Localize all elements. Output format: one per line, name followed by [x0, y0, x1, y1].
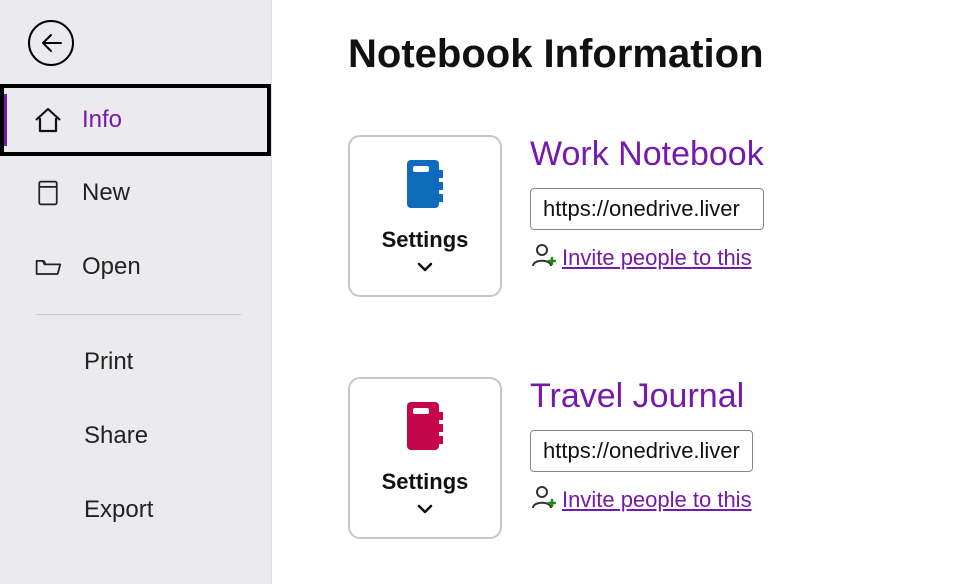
notebook-settings-button[interactable]: Settings [348, 135, 502, 297]
invite-label: Invite people to this [562, 487, 752, 513]
sidebar-label: New [82, 179, 130, 207]
notebook-icon [401, 398, 449, 459]
home-icon [32, 104, 64, 136]
sidebar-label: Share [84, 422, 148, 450]
notebook-title-link[interactable]: Travel Journal [530, 377, 753, 416]
sidebar-label: Open [82, 253, 141, 281]
notebook-icon [401, 156, 449, 217]
notebook-row: Settings Travel Journal https://onedrive… [348, 377, 780, 539]
sidebar-divider [36, 314, 241, 315]
chevron-down-icon [417, 501, 433, 519]
notebook-title-link[interactable]: Work Notebook [530, 135, 764, 174]
sidebar-item-export[interactable]: Export [0, 473, 271, 547]
sidebar-label: Info [82, 106, 122, 134]
notebook-settings-button[interactable]: Settings [348, 377, 502, 539]
notebook-row: Settings Work Notebook https://onedrive.… [348, 135, 780, 297]
invite-people-link[interactable]: Invite people to this [530, 242, 764, 274]
content-area: Notebook Information Settings Work Noteb… [272, 0, 978, 584]
sidebar-item-print[interactable]: Print [0, 325, 271, 399]
sidebar-label: Print [84, 348, 133, 376]
page-title: Notebook Information [348, 32, 780, 77]
back-button[interactable] [28, 20, 74, 66]
back-arrow-icon [39, 31, 63, 55]
folder-open-icon [32, 251, 64, 283]
sidebar-item-info[interactable]: Info [0, 84, 271, 156]
invite-label: Invite people to this [562, 245, 752, 271]
invite-people-link[interactable]: Invite people to this [530, 484, 753, 516]
sidebar-item-new[interactable]: New [0, 156, 271, 230]
settings-label: Settings [382, 469, 469, 495]
person-add-icon [530, 484, 556, 516]
notebook-url-field[interactable]: https://onedrive.liver [530, 188, 764, 230]
notebook-url-field[interactable]: https://onedrive.liver [530, 430, 753, 472]
backstage-sidebar: Info New Open Print Share Export [0, 0, 272, 584]
sidebar-label: Export [84, 496, 153, 524]
page-icon [32, 177, 64, 209]
sidebar-item-share[interactable]: Share [0, 399, 271, 473]
settings-label: Settings [382, 227, 469, 253]
chevron-down-icon [417, 259, 433, 277]
person-add-icon [530, 242, 556, 274]
sidebar-item-open[interactable]: Open [0, 230, 271, 304]
